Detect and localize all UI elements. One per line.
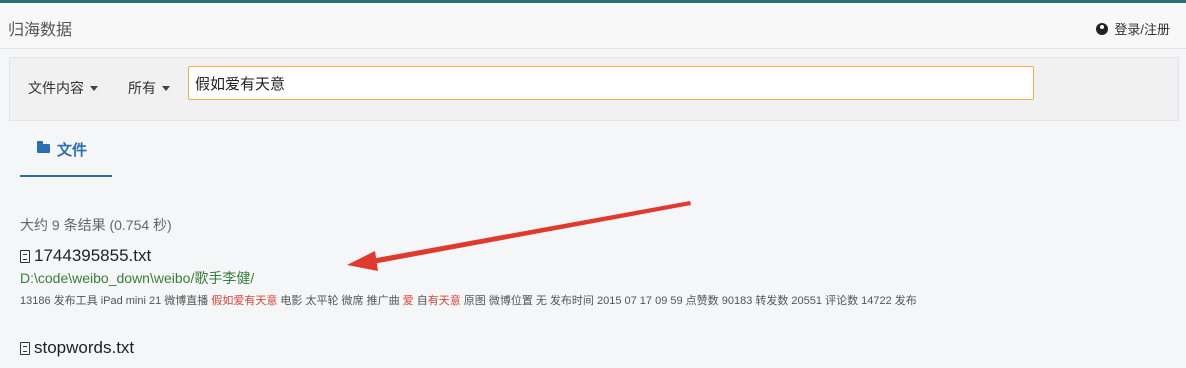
result-path: D:\code\weibo_down\weibo/歌手李健/ — [20, 268, 254, 288]
result-title-text: 1744395855.txt — [34, 246, 152, 265]
arrow-shaft — [360, 201, 691, 266]
result-snippet: 13186 发布工具 iPad mini 21 微博直播 假如爱有天意 电影 太… — [20, 292, 1186, 308]
file-icon — [20, 341, 30, 355]
search-input[interactable] — [188, 66, 1034, 100]
folder-icon — [37, 141, 50, 153]
caret-down-icon — [90, 85, 98, 91]
file-icon — [20, 249, 30, 263]
result-path-prefix: D:\code\weibo_down\weibo/ — [20, 270, 195, 286]
scope-dropdown-label: 所有 — [128, 80, 156, 96]
snippet-segment: 原图 微博位置 无 发布时间 2015 07 17 09 59 点赞数 9018… — [460, 295, 917, 307]
snippet-highlight: 假如爱有天意 — [211, 295, 278, 307]
snippet-highlight: 爱 — [402, 295, 414, 307]
arrowhead — [347, 251, 378, 271]
results-summary: 大约 9 条结果 (0.754 秒) — [20, 217, 172, 233]
result-title[interactable]: stopwords.txt — [20, 338, 134, 358]
tab-files[interactable]: 文件 — [20, 133, 112, 177]
result-title-text: stopwords.txt — [34, 338, 135, 357]
snippet-segment: 电影 太平轮 微席 推广曲 — [277, 295, 403, 307]
user-icon — [1096, 22, 1109, 35]
field-dropdown-label: 文件内容 — [28, 80, 84, 96]
snippet-segment: 自 — [413, 295, 428, 307]
result-path-suffix: / — [250, 270, 255, 286]
snippet-segment: 13186 发布工具 iPad mini 21 微博直播 — [20, 295, 212, 307]
field-dropdown[interactable]: 文件内容 — [28, 78, 98, 98]
caret-down-icon — [162, 85, 170, 91]
result-path-highlight: 歌手李健 — [194, 270, 251, 286]
tab-files-label: 文件 — [57, 142, 88, 159]
annotation-arrow — [347, 201, 691, 271]
login-link[interactable]: 登录/注册 — [1096, 19, 1170, 38]
top-navbar: 归海数据 登录/注册 — [0, 3, 1186, 49]
snippet-highlight: 有天意 — [427, 295, 461, 307]
search-bar: 文件内容 所有 — [9, 57, 1179, 121]
brand-title[interactable]: 归海数据 — [8, 16, 72, 40]
scope-dropdown[interactable]: 所有 — [128, 78, 170, 98]
login-label: 登录/注册 — [1114, 22, 1170, 37]
result-title[interactable]: 1744395855.txt — [20, 246, 151, 266]
